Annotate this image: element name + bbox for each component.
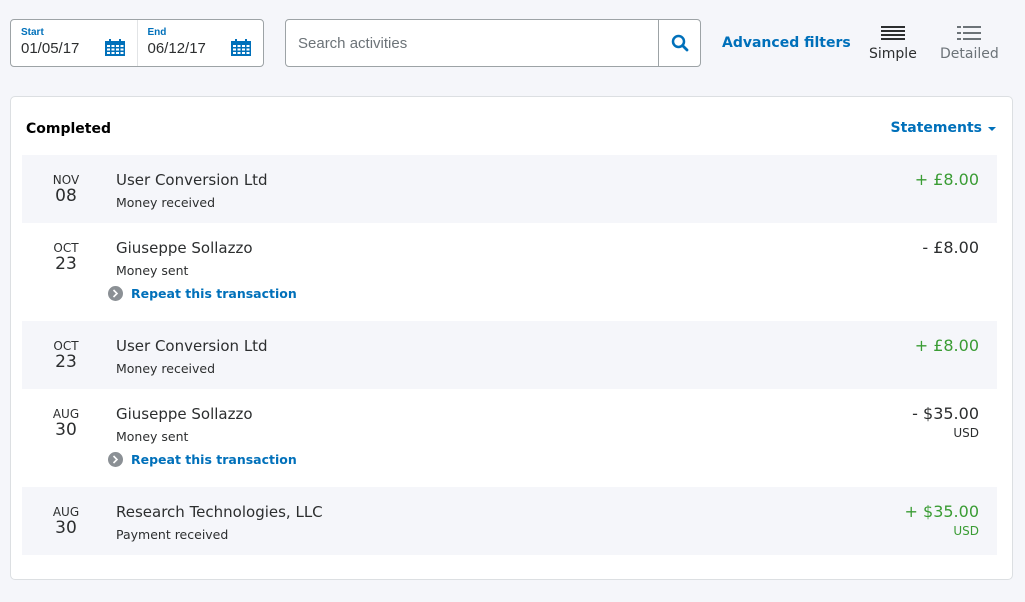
transaction-day: 30: [55, 420, 77, 440]
transaction-month: OCT: [53, 339, 79, 353]
transaction-name: Research Technologies, LLC: [116, 503, 323, 521]
transaction-type: Money received: [116, 195, 216, 210]
transaction-day: 08: [55, 186, 77, 206]
transaction-type: Payment received: [116, 527, 229, 542]
transaction-day: 23: [55, 352, 77, 372]
transaction-date: AUG 30: [44, 505, 88, 537]
transaction-date: OCT 23: [44, 339, 88, 371]
view-simple-label: Simple: [869, 46, 917, 62]
simple-list-icon: [880, 26, 905, 40]
transaction-amount: - $35.00: [912, 404, 979, 423]
activity-card: Completed Statements NOV 08 User Convers…: [10, 96, 1013, 580]
transaction-date: NOV 08: [44, 173, 88, 205]
search-icon: [671, 34, 688, 52]
detailed-list-icon: [957, 26, 982, 40]
transaction-month: NOV: [52, 173, 80, 187]
transaction-row[interactable]: NOV 08 User Conversion Ltd Money receive…: [22, 155, 997, 223]
start-date-label: Start: [21, 27, 44, 38]
repeat-transaction-label: Repeat this transaction: [131, 452, 297, 467]
transaction-month: AUG: [52, 407, 80, 421]
transaction-row[interactable]: OCT 23 User Conversion Ltd Money receive…: [22, 321, 997, 389]
transaction-amount: + £8.00: [914, 336, 979, 355]
transaction-currency: USD: [953, 426, 979, 440]
transaction-list: NOV 08 User Conversion Ltd Money receive…: [22, 155, 997, 555]
calendar-icon[interactable]: [231, 39, 251, 56]
transaction-day: 30: [55, 518, 77, 538]
transaction-amount: + £8.00: [914, 170, 979, 189]
transaction-name: Giuseppe Sollazzo: [116, 405, 253, 423]
date-range-picker: Start 01/05/17 End 06/12/17: [10, 19, 264, 67]
search-button[interactable]: [658, 20, 700, 66]
search-input[interactable]: [286, 20, 658, 66]
transaction-amount: + $35.00: [904, 502, 979, 521]
calendar-icon[interactable]: [104, 39, 125, 56]
view-detailed-label: Detailed: [940, 46, 999, 62]
transaction-currency: USD: [953, 524, 979, 538]
end-date-label: End: [147, 27, 167, 38]
section-title: Completed: [26, 121, 112, 137]
transaction-month: OCT: [53, 241, 79, 255]
transaction-date: OCT 23: [44, 241, 88, 273]
chevron-right-icon: [108, 286, 123, 301]
start-date-field[interactable]: Start 01/05/17: [11, 20, 137, 66]
transaction-name: User Conversion Ltd: [116, 337, 268, 355]
transaction-name: Giuseppe Sollazzo: [116, 239, 253, 257]
statements-label: Statements: [890, 120, 983, 136]
transaction-row[interactable]: AUG 30 Giuseppe Sollazzo Money sent Repe…: [22, 389, 997, 487]
view-detailed-button[interactable]: Detailed: [940, 25, 999, 62]
transaction-month: AUG: [52, 505, 80, 519]
search-box: [285, 19, 701, 67]
view-simple-button[interactable]: Simple: [869, 25, 917, 62]
transaction-date: AUG 30: [44, 407, 88, 439]
statements-dropdown[interactable]: Statements: [890, 120, 996, 136]
transaction-type: Money sent: [116, 429, 189, 444]
end-date-field[interactable]: End 06/12/17: [136, 20, 264, 66]
repeat-transaction-link[interactable]: Repeat this transaction: [108, 286, 297, 301]
transaction-type: Money received: [116, 361, 216, 376]
transaction-name: User Conversion Ltd: [116, 171, 268, 189]
transaction-amount: - £8.00: [922, 238, 979, 257]
transaction-day: 23: [55, 254, 77, 274]
repeat-transaction-link[interactable]: Repeat this transaction: [108, 452, 297, 467]
repeat-transaction-label: Repeat this transaction: [131, 286, 297, 301]
advanced-filters-link[interactable]: Advanced filters: [722, 35, 851, 51]
chevron-right-icon: [108, 452, 123, 467]
transaction-row[interactable]: AUG 30 Research Technologies, LLC Paymen…: [22, 487, 997, 555]
transaction-row[interactable]: OCT 23 Giuseppe Sollazzo Money sent Repe…: [22, 223, 997, 321]
caret-down-icon: [988, 127, 996, 131]
transaction-type: Money sent: [116, 263, 189, 278]
